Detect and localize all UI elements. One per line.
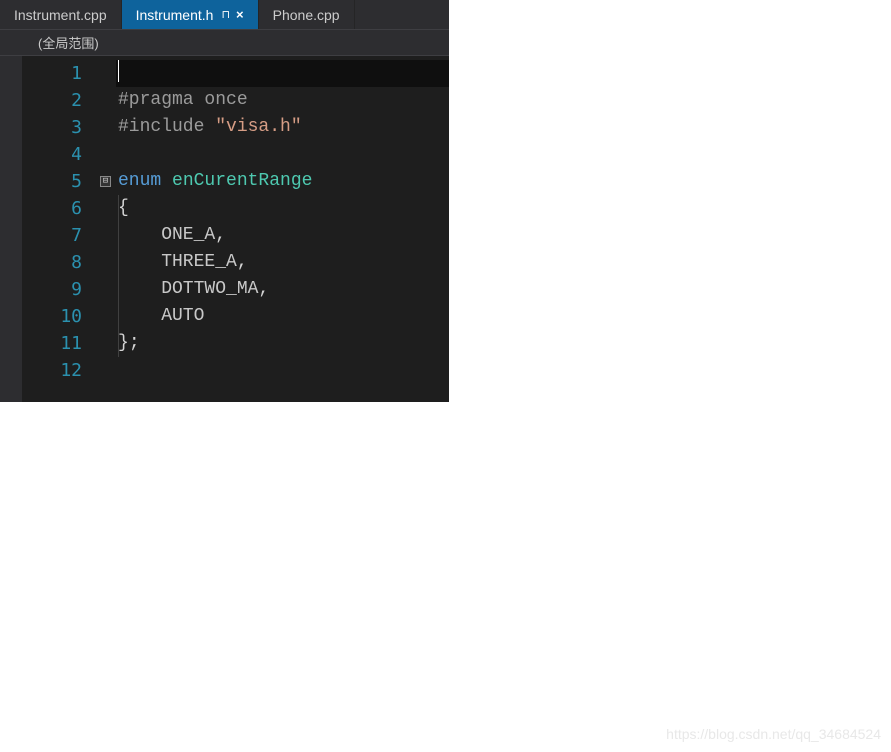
editor-body: 1 2 3 4 5 6 7 8 9 10 11 12 ⊟ #pragma onc… [0, 56, 449, 402]
line-number: 3 [22, 114, 100, 141]
scope-dropdown[interactable]: (全局范围) [0, 30, 449, 56]
code-area[interactable]: #pragma once #include "visa.h" enum enCu… [116, 56, 449, 402]
tab-label: Phone.cpp [273, 7, 340, 23]
code-line [116, 141, 449, 168]
code-line: ONE_A, [116, 222, 449, 249]
line-number: 1 [22, 60, 100, 87]
code-line [116, 60, 449, 87]
watermark: https://blog.csdn.net/qq_34684524 [666, 726, 881, 742]
left-margin [0, 56, 22, 402]
line-number: 11 [22, 330, 100, 357]
tab-label: Instrument.cpp [14, 7, 107, 23]
code-line: AUTO [116, 303, 449, 330]
tab-instrument-cpp[interactable]: Instrument.cpp [0, 0, 122, 29]
text-cursor [118, 60, 119, 82]
tab-phone-cpp[interactable]: Phone.cpp [259, 0, 355, 29]
line-number: 4 [22, 141, 100, 168]
line-gutter: 1 2 3 4 5 6 7 8 9 10 11 12 [22, 56, 100, 402]
tab-instrument-h[interactable]: Instrument.h ⊓ × [122, 0, 259, 29]
tab-bar: Instrument.cpp Instrument.h ⊓ × Phone.cp… [0, 0, 449, 30]
scope-label: (全局范围) [38, 36, 99, 51]
line-number: 8 [22, 249, 100, 276]
tab-label: Instrument.h [136, 7, 214, 23]
line-number: 2 [22, 87, 100, 114]
code-line: DOTTWO_MA, [116, 276, 449, 303]
code-line: }; [116, 330, 449, 357]
code-line: #include "visa.h" [116, 114, 449, 141]
pin-icon[interactable]: ⊓ [221, 8, 230, 21]
line-number: 5 [22, 168, 100, 195]
code-line: #pragma once [116, 87, 449, 114]
line-number: 9 [22, 276, 100, 303]
code-line [116, 357, 449, 384]
line-number: 12 [22, 357, 100, 384]
line-number: 6 [22, 195, 100, 222]
code-line: enum enCurentRange [116, 168, 449, 195]
close-icon[interactable]: × [236, 7, 244, 22]
code-editor: Instrument.cpp Instrument.h ⊓ × Phone.cp… [0, 0, 449, 402]
line-number: 10 [22, 303, 100, 330]
line-number: 7 [22, 222, 100, 249]
code-line: THREE_A, [116, 249, 449, 276]
fold-toggle-icon[interactable]: ⊟ [100, 176, 111, 187]
fold-column: ⊟ [100, 56, 116, 402]
code-line: { [116, 195, 449, 222]
